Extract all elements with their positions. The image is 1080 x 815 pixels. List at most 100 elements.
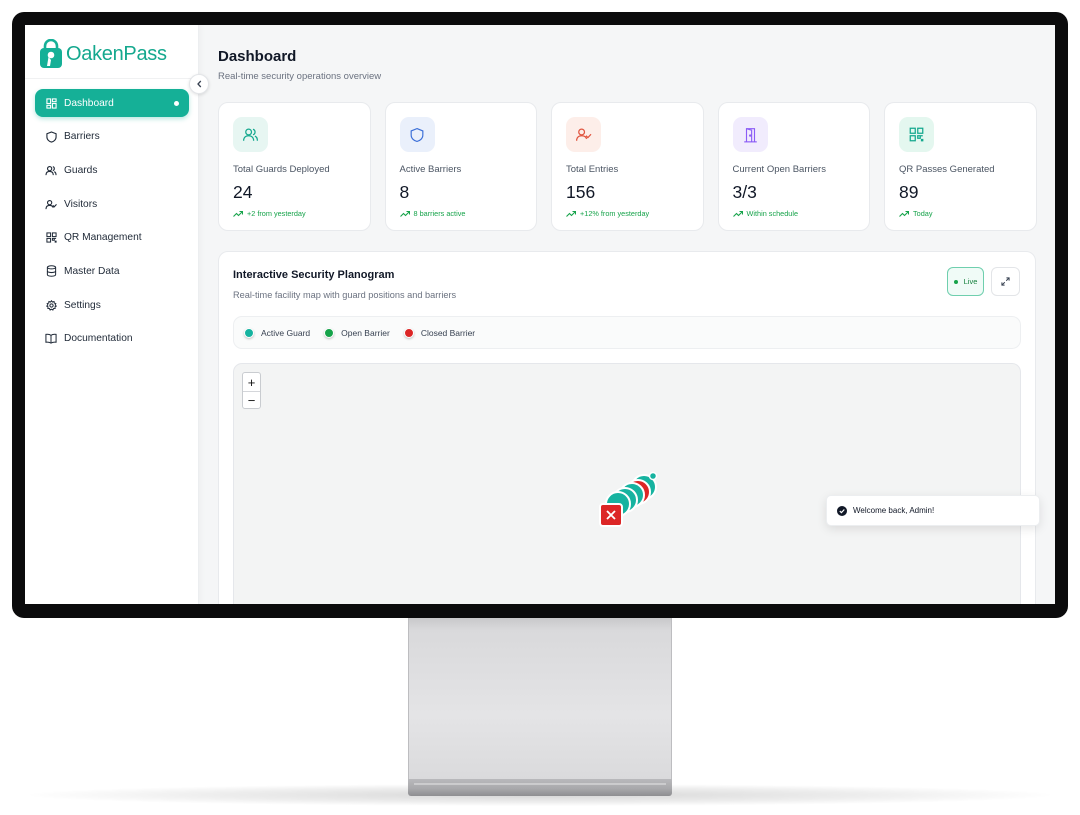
sidebar-divider	[25, 78, 199, 79]
check-circle-icon	[837, 505, 847, 516]
sidebar: OakenPass Dashboard Barriers Guards Visi…	[25, 25, 199, 604]
stat-label: Total Entries	[566, 164, 619, 175]
stat-card-total-entries[interactable]: Total Entries 156 +12% from yesterday	[551, 102, 704, 231]
door-open-icon	[743, 127, 757, 142]
dashboard-grid-icon	[45, 97, 57, 109]
stat-value: 8	[399, 182, 410, 202]
chevron-left-icon	[196, 80, 201, 88]
gear-icon	[45, 299, 57, 311]
trending-up-icon	[233, 210, 243, 217]
book-icon	[45, 333, 57, 345]
database-icon	[45, 265, 57, 278]
monitor-stand-base	[408, 779, 672, 796]
stat-value: 3/3	[732, 182, 757, 202]
qr-code-icon	[45, 232, 57, 244]
sidebar-item-label: Master Data	[64, 265, 120, 277]
stats-row: Total Guards Deployed 24 +2 from yesterd…	[218, 102, 1037, 231]
stat-card-guards-deployed[interactable]: Total Guards Deployed 24 +2 from yesterd…	[218, 102, 371, 231]
qr-code-icon	[909, 127, 924, 142]
legend-item-closed-barrier: Closed Barrier	[403, 327, 476, 338]
active-indicator-dot	[174, 101, 179, 106]
sidebar-item-label: Barriers	[64, 131, 100, 143]
sidebar-item-barriers[interactable]: Barriers	[35, 123, 189, 151]
app-name: OakenPass	[66, 43, 167, 65]
padlock-logo-icon	[39, 38, 63, 70]
sidebar-item-label: Dashboard	[64, 97, 114, 109]
sidebar-item-master-data[interactable]: Master Data	[35, 257, 189, 285]
stat-icon-box	[566, 117, 601, 152]
stat-label: QR Passes Generated	[899, 164, 995, 175]
expand-icon	[1001, 277, 1010, 286]
stat-icon-box	[399, 117, 435, 152]
legend-item-active-guard: Active Guard	[244, 327, 311, 338]
stat-card-qr-passes[interactable]: QR Passes Generated 89 Today	[884, 102, 1037, 231]
legend-label: Closed Barrier	[420, 327, 476, 338]
sidebar-item-label: QR Management	[64, 232, 142, 244]
stat-card-open-barriers[interactable]: Current Open Barriers 3/3 Within schedul…	[717, 102, 870, 231]
stat-value: 156	[566, 182, 596, 202]
sidebar-item-label: Guards	[64, 164, 98, 176]
app-logo[interactable]: OakenPass	[39, 38, 167, 70]
map-zoom-control: + −	[242, 372, 261, 409]
app-screen: OakenPass Dashboard Barriers Guards Visi…	[25, 25, 1055, 604]
sidebar-item-label: Settings	[64, 299, 101, 311]
stat-trend-text: +12% from yesterday	[580, 209, 650, 218]
fullscreen-button[interactable]	[991, 267, 1020, 296]
legend-item-open-barrier: Open Barrier	[324, 327, 390, 338]
planogram-title: Interactive Security Planogram	[233, 269, 395, 281]
security-planogram-panel: Interactive Security Planogram Real-time…	[218, 251, 1036, 604]
stat-trend: Today	[899, 209, 932, 218]
sidebar-item-label: Visitors	[64, 198, 98, 210]
live-status-dot	[953, 279, 958, 284]
stat-card-active-barriers[interactable]: Active Barriers 8 8 barriers active	[384, 102, 537, 231]
stat-trend: +2 from yesterday	[233, 209, 306, 218]
legend-label: Active Guard	[261, 327, 311, 338]
live-toggle-button[interactable]: Live	[947, 267, 984, 296]
status-dot	[648, 471, 658, 481]
welcome-toast[interactable]: Welcome back, Admin!	[826, 495, 1040, 526]
map-legend: Active Guard Open Barrier Closed Barrier	[233, 316, 1021, 349]
stat-trend-text: Today	[913, 209, 933, 218]
legend-dot	[403, 327, 414, 338]
legend-label: Open Barrier	[341, 327, 390, 338]
trending-up-icon	[899, 210, 909, 217]
facility-map[interactable]: + −	[233, 363, 1021, 604]
stat-label: Current Open Barriers	[732, 164, 826, 175]
map-marker-cluster	[599, 471, 658, 527]
stat-trend-text: Within schedule	[746, 209, 799, 218]
stat-label: Active Barriers	[399, 164, 462, 175]
stat-trend-text: +2 from yesterday	[247, 209, 306, 218]
users-icon	[243, 128, 258, 141]
stat-trend: +12% from yesterday	[566, 209, 649, 218]
stat-trend-text: 8 barriers active	[413, 209, 466, 218]
legend-dot	[244, 327, 254, 338]
stat-icon-box	[233, 117, 268, 152]
live-label: Live	[963, 277, 978, 286]
zoom-out-button[interactable]: −	[243, 391, 260, 409]
sidebar-item-qr-management[interactable]: QR Management	[35, 224, 189, 252]
trending-up-icon	[566, 210, 576, 217]
stat-icon-box	[732, 117, 768, 152]
sidebar-item-guards[interactable]: Guards	[35, 156, 189, 184]
trending-up-icon	[399, 210, 410, 217]
stat-trend: 8 barriers active	[399, 209, 466, 218]
monitor-stand	[408, 617, 672, 781]
stat-label: Total Guards Deployed	[233, 164, 330, 175]
shield-icon	[410, 127, 424, 142]
sidebar-collapse-button[interactable]	[189, 74, 209, 94]
stat-value: 24	[233, 182, 253, 202]
zoom-in-button[interactable]: +	[243, 373, 260, 391]
user-check-icon	[576, 128, 592, 141]
sidebar-item-documentation[interactable]: Documentation	[35, 325, 189, 353]
legend-dot	[324, 327, 335, 338]
stat-value: 89	[899, 182, 919, 202]
user-check-icon	[45, 198, 57, 210]
stat-icon-box	[899, 117, 934, 152]
stat-trend: Within schedule	[732, 209, 799, 218]
sidebar-item-label: Documentation	[64, 333, 133, 345]
shield-icon	[45, 131, 57, 143]
sidebar-item-visitors[interactable]: Visitors	[35, 190, 189, 218]
toast-message: Welcome back, Admin!	[853, 506, 935, 515]
sidebar-item-dashboard[interactable]: Dashboard	[35, 89, 189, 117]
sidebar-item-settings[interactable]: Settings	[35, 291, 189, 319]
